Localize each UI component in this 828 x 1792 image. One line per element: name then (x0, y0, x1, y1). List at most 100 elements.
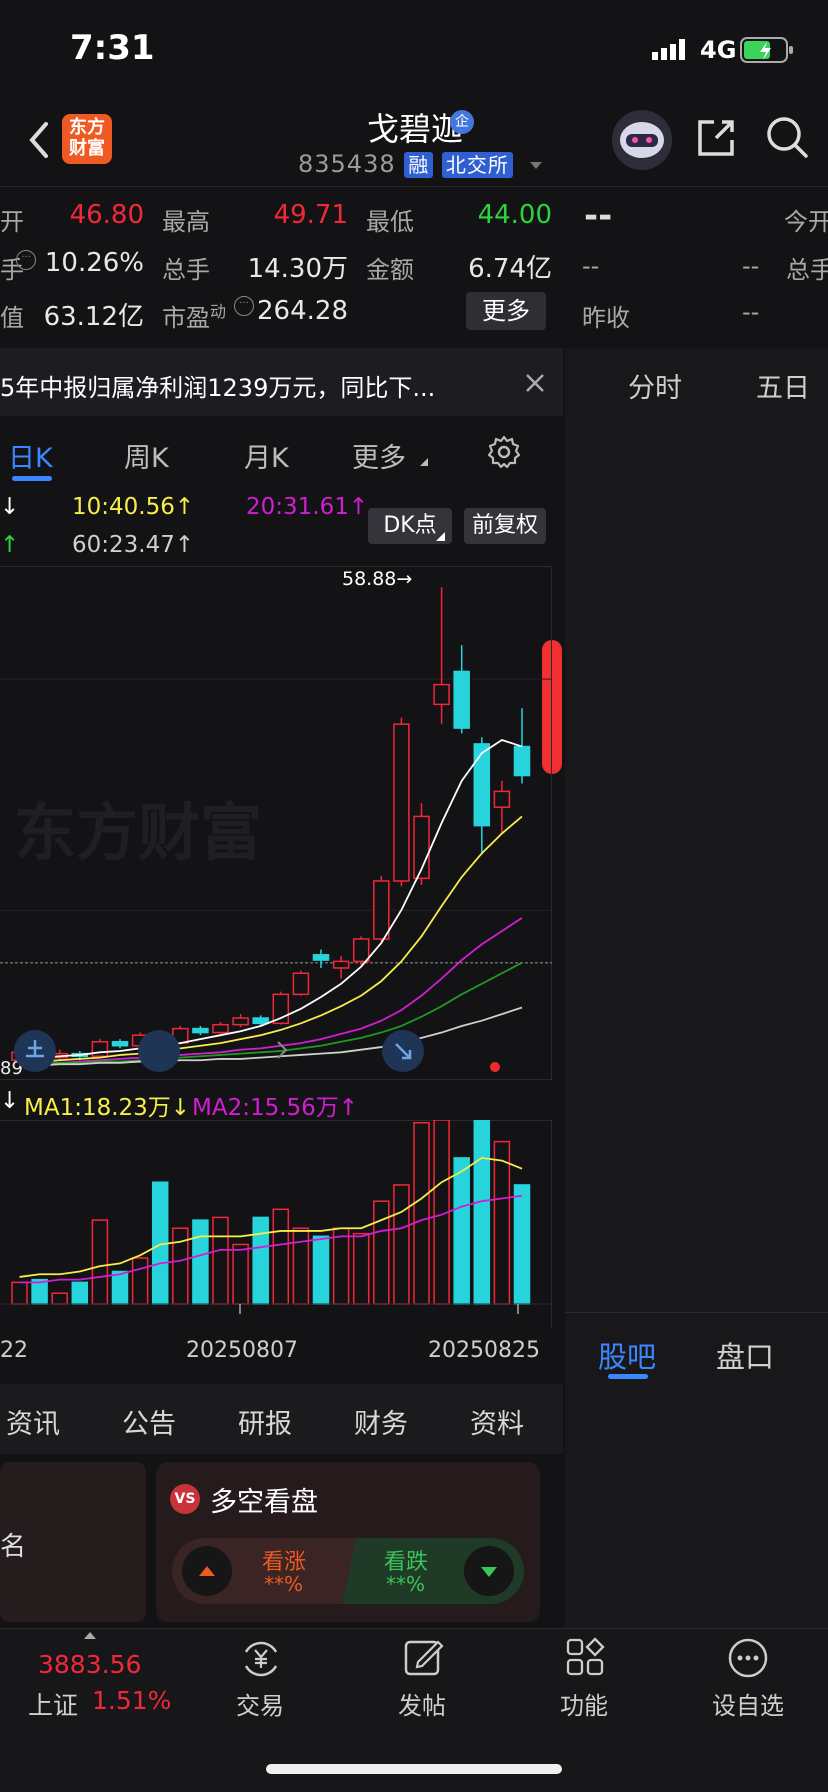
candle-body (373, 880, 390, 940)
ma60-label: 60:23.47↑ (72, 532, 195, 558)
low-value: 44.00 (477, 200, 552, 230)
candle (292, 970, 310, 996)
volume-bar (393, 1184, 410, 1305)
side-prev-close-label: 昨收 (582, 304, 630, 332)
nav-trade-label[interactable]: 交易 (200, 1686, 320, 1721)
chevron-right-icon (272, 1038, 292, 1062)
tab-more[interactable]: 更多 (352, 436, 406, 475)
side-today-open-label: 今开 (784, 208, 828, 236)
marker-up-icon[interactable] (14, 1030, 56, 1072)
post-icon[interactable] (402, 1636, 446, 1680)
vol-ma2-label: MA2:15.56万↑ (192, 1095, 359, 1121)
volume-bar (131, 1257, 149, 1305)
volume-bar (111, 1270, 129, 1305)
battery-icon (740, 36, 796, 64)
nav-add-watchlist-label[interactable]: 设自选 (688, 1686, 808, 1721)
volume-bar (493, 1140, 511, 1305)
back-icon[interactable] (24, 118, 54, 162)
volume-bar (91, 1219, 109, 1305)
tab-news[interactable]: 资讯 (6, 1402, 60, 1441)
volume-bar (11, 1281, 28, 1305)
nav-function-label[interactable]: 功能 (524, 1686, 644, 1721)
amount-value: 6.74亿 (468, 254, 552, 284)
volume-bar (453, 1157, 470, 1305)
tab-pankou[interactable]: 盘口 (716, 1334, 774, 1376)
share-icon[interactable] (694, 116, 738, 160)
volume-bar (312, 1235, 330, 1305)
function-grid-icon[interactable] (564, 1636, 608, 1680)
candle (332, 956, 350, 979)
nav-post-label[interactable]: 发帖 (362, 1686, 482, 1721)
candle (212, 1022, 229, 1034)
ma20-label: 20:31.61↑ (246, 494, 369, 520)
side-prev-close-value: -- (742, 298, 760, 326)
kline-chart[interactable] (0, 566, 552, 1080)
volume-bar (252, 1216, 269, 1305)
caret-up-icon[interactable] (84, 1632, 96, 1639)
more-circle-icon[interactable] (726, 1636, 770, 1680)
ranking-card-text: 名 (0, 1532, 27, 1562)
volume-bar (31, 1278, 48, 1305)
x-axis-label-right: 20250825 (428, 1338, 540, 1363)
vol-ma1-label: MA1:18.23万↓ (24, 1095, 191, 1121)
candle-body (192, 1027, 209, 1034)
candle (453, 645, 470, 734)
volume-label: 总手 (162, 256, 210, 284)
tab-five-day[interactable]: 五日 (756, 366, 810, 405)
candle (111, 1039, 129, 1049)
margin-tag: 融 (404, 152, 434, 178)
right-panel-divider (565, 1312, 828, 1313)
right-panel (565, 348, 828, 1628)
app-logo: 东方 财富 (62, 114, 112, 164)
tab-week-k[interactable]: 周K (124, 436, 169, 475)
tab-guba[interactable]: 股吧 (598, 1334, 656, 1376)
index-value[interactable]: 3883.56 (38, 1650, 141, 1679)
news-text[interactable]: 5年中报归属净利润1239万元，同比下... (0, 368, 435, 403)
candle-body (212, 1023, 229, 1034)
tab-finance[interactable]: 财务 (354, 1402, 408, 1441)
index-name[interactable]: 上证 (28, 1686, 78, 1722)
marker-mid-icon[interactable] (138, 1030, 180, 1072)
candle (493, 780, 511, 834)
tab-intraday[interactable]: 分时 (628, 366, 682, 405)
volume-bar (373, 1200, 390, 1305)
info-circle-icon[interactable]: ··· (16, 250, 36, 270)
tab-month-k[interactable]: 月K (244, 436, 289, 475)
search-icon[interactable] (764, 114, 810, 160)
volume-bar (352, 1232, 370, 1305)
tab-day-k[interactable]: 日K (8, 436, 53, 475)
settings-gear-icon[interactable] (486, 434, 522, 470)
volume-bar (332, 1227, 350, 1305)
dropdown-arrow-icon[interactable] (529, 161, 542, 169)
expand-icon[interactable] (382, 1030, 424, 1072)
candle (373, 875, 390, 942)
candle (312, 949, 330, 968)
tab-announcements[interactable]: 公告 (122, 1402, 176, 1441)
candle-body (91, 1041, 109, 1058)
volume-chart[interactable] (0, 1120, 552, 1328)
adjust-price-button[interactable]: 前复权 (464, 508, 546, 544)
volume-bar (232, 1243, 249, 1305)
bull-arrow-icon[interactable] (182, 1546, 232, 1596)
tab-profile[interactable]: 资料 (470, 1402, 524, 1441)
exchange-tag: 北交所 (441, 152, 513, 178)
volume-bar (192, 1219, 209, 1305)
tab-research[interactable]: 研报 (238, 1402, 292, 1441)
trade-icon[interactable] (238, 1636, 284, 1682)
home-indicator[interactable] (266, 1764, 562, 1774)
bear-arrow-icon[interactable] (464, 1546, 514, 1596)
index-change[interactable]: 1.51% (92, 1686, 171, 1715)
close-icon[interactable] (524, 372, 546, 394)
candle-body (393, 723, 410, 882)
more-quote-button[interactable]: 更多 (466, 292, 546, 330)
market-cap-value: 63.12亿 (43, 302, 144, 332)
high-label: 最高 (162, 208, 210, 236)
robot-assistant-icon[interactable] (612, 110, 672, 170)
pe-value: 264.28 (257, 296, 348, 326)
tab-day-k-underline (12, 476, 52, 481)
side-total-label: 总手 (786, 256, 828, 284)
x-axis-label-left: 22 (0, 1338, 28, 1363)
dk-point-label: DK点 (383, 513, 437, 538)
volume-bar (71, 1281, 89, 1305)
network-type: 4G (700, 36, 737, 64)
